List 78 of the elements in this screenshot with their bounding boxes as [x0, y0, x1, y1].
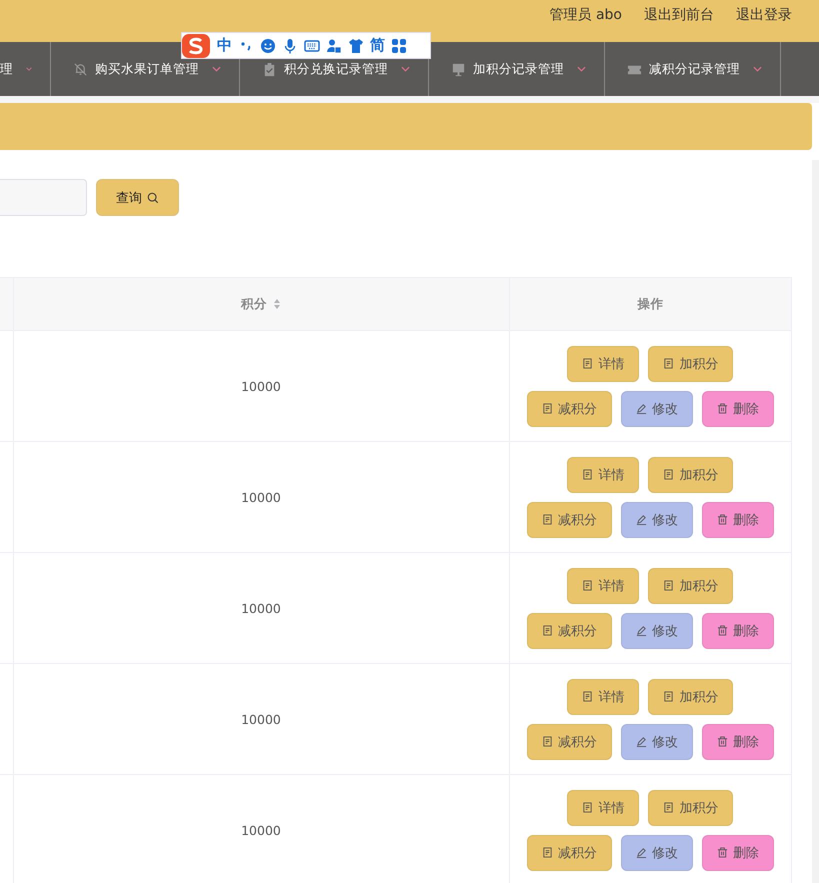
chevron-down-icon: [577, 66, 586, 72]
action-button[interactable]: 加积分: [648, 568, 734, 604]
action-button[interactable]: 减积分: [526, 724, 612, 760]
action-button[interactable]: 加积分: [648, 790, 734, 826]
document-icon: [663, 358, 674, 369]
action-button[interactable]: 详情: [567, 346, 640, 382]
action-button[interactable]: 详情: [567, 678, 640, 714]
trash-icon: [716, 736, 728, 747]
pencil-icon: [636, 847, 647, 858]
column-header: 操作: [637, 296, 664, 310]
trash-icon: [716, 847, 728, 858]
trash-icon: [716, 625, 728, 636]
clipboard-icon: [262, 62, 277, 76]
table-cell: 10000: [241, 712, 281, 726]
keyboard-icon[interactable]: [304, 38, 320, 54]
table-cell: 10000: [241, 822, 281, 838]
action-button[interactable]: 加积分: [648, 346, 734, 382]
user-icon[interactable]: [326, 38, 342, 54]
table-cell: 10000: [241, 378, 281, 394]
header-link[interactable]: 退出登录: [736, 6, 792, 24]
action-button[interactable]: 加积分: [648, 456, 734, 492]
pencil-icon: [636, 514, 647, 525]
header-link[interactable]: 退出到前台: [644, 6, 714, 24]
document-icon: [582, 358, 594, 369]
trash-icon: [716, 403, 728, 414]
chevron-down-icon: [26, 66, 32, 72]
search-button[interactable]: 查询: [96, 179, 179, 216]
chevron-down-icon: [212, 66, 221, 72]
shirt-icon[interactable]: [348, 38, 364, 54]
document-icon: [582, 691, 594, 702]
action-button[interactable]: 详情: [567, 568, 640, 604]
action-button[interactable]: 删除: [702, 612, 774, 648]
trash-icon: [716, 514, 728, 525]
chevron-down-icon: [753, 66, 762, 72]
pencil-icon: [636, 403, 647, 414]
search-icon: [147, 192, 159, 204]
document-icon: [542, 403, 553, 414]
document-icon: [542, 847, 553, 858]
table-cell: 10000: [241, 490, 281, 504]
action-button[interactable]: 减积分: [526, 834, 612, 870]
document-icon: [663, 580, 674, 591]
action-button[interactable]: 修改: [620, 502, 693, 538]
pencil-icon: [636, 736, 647, 747]
action-button[interactable]: 修改: [620, 390, 693, 426]
action-button[interactable]: 删除: [702, 390, 774, 426]
bell-off-icon: [73, 62, 88, 76]
document-icon: [542, 625, 553, 636]
grid-icon[interactable]: [391, 38, 407, 54]
action-button[interactable]: 删除: [702, 724, 774, 760]
document-icon: [582, 469, 594, 480]
document-icon: [663, 802, 674, 813]
microphone-icon[interactable]: [282, 38, 298, 54]
smiley-icon[interactable]: [260, 38, 276, 54]
action-button[interactable]: 删除: [702, 834, 774, 870]
search-field[interactable]: [0, 179, 87, 216]
pencil-icon: [636, 625, 647, 636]
document-icon: [582, 580, 594, 591]
admin-name: 管理员 abo: [550, 6, 622, 24]
action-button[interactable]: 详情: [567, 456, 640, 492]
column-header: 积分: [241, 296, 267, 312]
action-button[interactable]: 修改: [620, 834, 693, 870]
action-button[interactable]: 减积分: [526, 502, 612, 538]
document-icon: [582, 802, 594, 813]
document-icon: [663, 469, 674, 480]
action-button[interactable]: 加积分: [648, 678, 734, 714]
chevron-down-icon: [401, 66, 410, 72]
document-icon: [663, 691, 674, 702]
document-icon: [542, 736, 553, 747]
action-button[interactable]: 删除: [702, 502, 774, 538]
document-icon: [542, 514, 553, 525]
table-cell: 10000: [241, 600, 281, 616]
action-button[interactable]: 详情: [567, 790, 640, 826]
ime-logo-icon[interactable]: [181, 32, 211, 58]
action-button[interactable]: 减积分: [526, 612, 612, 648]
action-button[interactable]: 修改: [620, 724, 693, 760]
action-button[interactable]: 修改: [620, 612, 693, 648]
monitor-icon: [451, 62, 466, 76]
action-button[interactable]: 减积分: [526, 390, 612, 426]
